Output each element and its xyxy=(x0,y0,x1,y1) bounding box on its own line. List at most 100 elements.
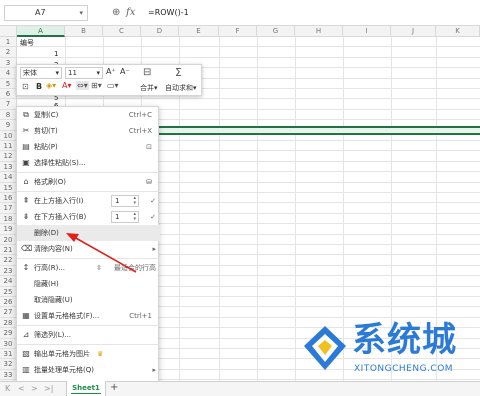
row-header[interactable]: 28 xyxy=(0,317,17,329)
row-header[interactable]: 30 xyxy=(0,338,17,349)
cell-a2[interactable]: 1 xyxy=(54,49,58,60)
paste-options-icon[interactable]: ⊡ xyxy=(146,139,152,155)
row-header[interactable]: 13 xyxy=(0,161,17,173)
row-header[interactable]: 2 xyxy=(0,47,17,58)
row-header[interactable]: 19 xyxy=(0,224,17,235)
zoom-in-icon[interactable]: ⊕ xyxy=(112,6,120,20)
autosum-icon[interactable]: Σ xyxy=(175,66,182,79)
menu-item-insert-below[interactable]: ⇟ 在下方插入行(B) 1 ▴ ▾ ✓ xyxy=(17,209,160,225)
column-header[interactable]: K xyxy=(436,26,480,37)
select-all-corner[interactable] xyxy=(0,26,17,37)
stepper-icon[interactable]: ▴ ▾ xyxy=(133,196,136,206)
menu-item-paste-special[interactable]: ▣ 选择性粘贴(S)... xyxy=(17,155,160,171)
confirm-check-icon[interactable]: ✓ xyxy=(150,193,156,209)
row-header[interactable]: 33 xyxy=(0,369,17,381)
row-header[interactable]: 17 xyxy=(0,203,17,214)
insert-below-count[interactable]: 1 ▴ ▾ xyxy=(111,211,139,223)
shrink-font-button[interactable]: A⁻ xyxy=(120,67,130,76)
grow-font-button[interactable]: A⁺ xyxy=(106,67,116,76)
menu-item-batch[interactable]: ▥ 批量处理单元格(Q) ▸ xyxy=(17,362,160,378)
grid-line xyxy=(17,46,480,48)
formula-input[interactable]: =ROW()-1 xyxy=(148,6,189,20)
row-height-icon: ↕ xyxy=(22,263,30,272)
column-header[interactable]: A xyxy=(17,26,65,37)
row-header[interactable]: 18 xyxy=(0,213,17,225)
column-header[interactable]: H xyxy=(295,26,343,37)
row-header[interactable]: 22 xyxy=(0,255,17,266)
merge-button[interactable]: 合并▾ xyxy=(140,83,158,93)
column-header[interactable]: G xyxy=(257,26,295,37)
fill-color-icon[interactable]: ◈▾ xyxy=(46,81,56,90)
row-header[interactable]: 14 xyxy=(0,172,17,183)
row-header[interactable]: 25 xyxy=(0,286,17,297)
row-header[interactable]: 23 xyxy=(0,265,17,277)
menu-item-hide[interactable]: 隐藏(H) xyxy=(17,276,160,292)
row-header[interactable]: 26 xyxy=(0,297,17,308)
autosum-button[interactable]: 自动求和▾ xyxy=(165,83,197,93)
row-header[interactable]: 24 xyxy=(0,276,17,287)
menu-item-export-image[interactable]: ▧ 输出单元格为图片 ♛ xyxy=(17,346,160,362)
column-header[interactable]: F xyxy=(219,26,257,37)
menu-item-format-painter[interactable]: ⌂ 格式刷(O) ⛁ xyxy=(17,174,160,190)
submenu-arrow-icon: ▸ xyxy=(152,366,156,374)
last-sheet-icon[interactable]: >| xyxy=(44,384,53,393)
more-icon[interactable]: ▭▾ xyxy=(107,81,119,90)
row-header[interactable]: 27 xyxy=(0,307,17,318)
confirm-check-icon[interactable]: ✓ xyxy=(150,209,156,225)
menu-item-copy[interactable]: ⧉ 复制(C) Ctrl+C xyxy=(17,107,160,123)
font-size-select[interactable]: 11 ▾ xyxy=(65,67,103,79)
column-header[interactable]: E xyxy=(179,26,219,37)
row-header[interactable]: 11 xyxy=(0,141,17,152)
align-icon[interactable]: ⇔▾ xyxy=(76,81,89,90)
row-header[interactable]: 21 xyxy=(0,245,17,256)
menu-item-cut[interactable]: ✂ 剪切(T) Ctrl+X xyxy=(17,123,160,139)
column-header[interactable]: J xyxy=(391,26,436,37)
row-header[interactable]: 4 xyxy=(0,68,17,79)
row-header[interactable]: 9 xyxy=(0,120,17,131)
menu-shortcut: Ctrl+C xyxy=(128,111,152,119)
sheet-tab-active[interactable]: Sheet1 xyxy=(66,381,106,396)
insert-above-count[interactable]: 1 ▴ ▾ xyxy=(111,195,139,207)
chevron-down-icon[interactable]: ▾ xyxy=(79,6,83,20)
menu-item-filter[interactable]: ⊿ 筛选列(L)... xyxy=(17,327,160,343)
menu-item-unhide[interactable]: 取消隐藏(U) xyxy=(17,292,160,308)
cell-a1[interactable]: 编号 xyxy=(20,38,34,49)
row-header[interactable]: 31 xyxy=(0,349,17,360)
format-painter-icon[interactable]: ⛁ xyxy=(146,174,152,190)
row-header[interactable]: 29 xyxy=(0,328,17,339)
first-sheet-icon[interactable]: K xyxy=(5,384,10,393)
menu-item-insert-above[interactable]: ⇞ 在上方插入行(I) 1 ▴ ▾ ✓ xyxy=(17,193,160,209)
row-header[interactable]: 20 xyxy=(0,234,17,245)
row-header[interactable]: 7 xyxy=(0,99,17,110)
row-header[interactable]: 1 xyxy=(0,37,17,48)
font-name-select[interactable]: 宋体 ▾ xyxy=(20,67,62,79)
row-header[interactable]: 15 xyxy=(0,182,17,193)
font-color-icon[interactable]: A▾ xyxy=(62,81,72,90)
column-header[interactable]: D xyxy=(141,26,179,37)
row-header[interactable]: 32 xyxy=(0,359,17,370)
row-header[interactable]: 3 xyxy=(0,57,17,69)
next-sheet-icon[interactable]: > xyxy=(31,384,38,393)
merge-icon[interactable]: ⊟ xyxy=(143,67,151,78)
border-icon[interactable]: ⊞▾ xyxy=(91,81,102,90)
fx-icon[interactable]: fx xyxy=(126,6,135,20)
column-header[interactable]: B xyxy=(65,26,103,37)
column-header[interactable]: I xyxy=(343,26,391,37)
menu-item-format-cells[interactable]: ▦ 设置单元格格式(F)... Ctrl+1 xyxy=(17,308,160,324)
row-header[interactable]: 6 xyxy=(0,89,17,100)
row-header[interactable]: 16 xyxy=(0,193,17,204)
watermark: 系统城 XITONGCHENG.COM xyxy=(300,320,476,382)
row-header[interactable]: 10 xyxy=(0,130,17,141)
cell-style-icon[interactable]: ⊡ xyxy=(22,82,29,91)
add-sheet-button[interactable]: + xyxy=(110,382,118,393)
name-box[interactable]: A7 ▾ xyxy=(4,5,88,21)
bold-button[interactable]: B xyxy=(36,82,42,91)
column-header[interactable]: C xyxy=(103,26,141,37)
stepper-icon[interactable]: ▴ ▾ xyxy=(133,212,136,222)
row-header[interactable]: 12 xyxy=(0,151,17,162)
menu-item-paste[interactable]: ▤ 粘贴(P) ⊡ xyxy=(17,139,160,155)
row-header[interactable]: 8 xyxy=(0,109,17,121)
row-header[interactable]: 5 xyxy=(0,78,17,89)
prev-sheet-icon[interactable]: < xyxy=(18,384,25,393)
divider xyxy=(17,172,160,173)
